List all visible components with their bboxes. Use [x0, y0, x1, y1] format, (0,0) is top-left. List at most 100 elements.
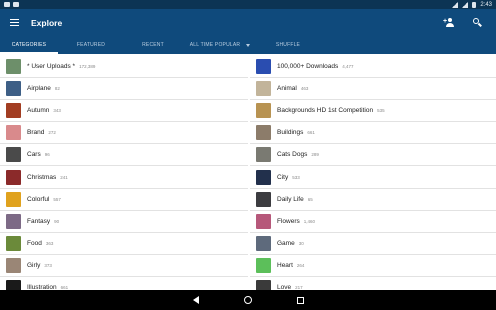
category-row[interactable]: City 533 — [250, 166, 496, 189]
category-count: 96 — [44, 152, 50, 158]
tab-categories[interactable]: CATEGORIES — [0, 36, 58, 54]
category-count: 1,460 — [303, 218, 316, 224]
category-name: Buildings — [277, 129, 304, 137]
tab-label: RECENT — [142, 42, 164, 48]
category-row[interactable]: Girly 373 — [0, 255, 248, 277]
category-name: City — [277, 173, 289, 181]
category-count: 463 — [300, 86, 309, 92]
category-row[interactable]: Heart 264 — [250, 255, 496, 277]
category-thumbnail — [256, 59, 271, 75]
battery-icon — [472, 1, 477, 8]
category-thumbnail — [256, 147, 271, 163]
category-column-left: * User Uploads * 172,389 Airplane 82 Autumn 3… — [0, 56, 248, 290]
tab-featured[interactable]: FEATURED — [58, 36, 124, 54]
tab-label: CATEGORIES — [11, 42, 47, 48]
add-user-icon[interactable]: + — [443, 18, 455, 27]
category-row[interactable]: Christmas 241 — [0, 166, 248, 189]
category-thumbnail — [6, 279, 21, 290]
recents-icon[interactable] — [296, 296, 304, 304]
category-thumbnail — [6, 213, 21, 229]
category-name: Food — [27, 239, 42, 247]
category-name: Cars — [27, 151, 41, 159]
category-thumbnail — [256, 191, 271, 207]
category-row[interactable]: Illustration 661 — [0, 277, 248, 290]
category-row[interactable]: Animal 463 — [250, 78, 496, 101]
search-icon[interactable] — [473, 18, 482, 27]
category-row[interactable]: Buildings 661 — [250, 122, 496, 145]
category-thumbnail — [256, 169, 271, 185]
category-thumbnail — [6, 125, 21, 141]
category-count: 241 — [60, 174, 68, 180]
category-row[interactable]: Colorful 557 — [0, 189, 248, 211]
tab-all-time-popular[interactable]: ALL TIME POPULAR — [182, 36, 258, 54]
category-row[interactable]: Backgrounds HD 1st Competition 535 — [250, 100, 496, 123]
category-name: Flowers — [277, 217, 300, 225]
tab-shuffle[interactable]: SHUFFLE — [258, 36, 318, 54]
status-right: 2:43 — [452, 1, 492, 8]
tab-recent[interactable]: RECENT — [124, 36, 182, 54]
category-name: Cats Dogs — [277, 151, 308, 159]
category-count: 65 — [307, 196, 313, 202]
category-name: Game — [277, 239, 295, 247]
category-row[interactable]: Game 30 — [250, 233, 496, 255]
category-count: 172,389 — [79, 64, 96, 70]
category-thumbnail — [256, 279, 271, 290]
category-thumbnail — [256, 125, 271, 141]
category-name: Colorful — [27, 195, 50, 203]
wifi-icon — [452, 1, 459, 8]
category-count: 90 — [54, 218, 60, 224]
category-count: 373 — [44, 262, 52, 268]
menu-icon[interactable] — [0, 9, 28, 36]
category-count: 343 — [53, 108, 61, 114]
notification-icons — [4, 2, 19, 7]
category-row[interactable]: Love 217 — [250, 277, 496, 290]
tab-label: FEATURED — [76, 42, 106, 48]
tab-label: SHUFFLE — [275, 42, 301, 48]
category-row[interactable]: Flowers 1,460 — [250, 211, 496, 233]
category-name: Backgrounds HD 1st Competition — [277, 107, 374, 115]
category-thumbnail — [6, 257, 21, 273]
back-icon[interactable] — [192, 296, 199, 304]
category-count: 4,477 — [342, 64, 354, 70]
category-name: Heart — [277, 261, 293, 269]
category-thumbnail — [256, 257, 271, 273]
category-count: 557 — [53, 196, 61, 202]
category-row[interactable]: Daily Life 65 — [250, 189, 496, 211]
category-count: 661 — [307, 130, 315, 136]
category-count: 533 — [292, 174, 300, 180]
notification-icon — [4, 2, 10, 7]
category-row[interactable]: Fantasy 90 — [0, 211, 248, 233]
category-thumbnail — [256, 235, 271, 251]
app-toolbar: Explore + — [0, 9, 496, 36]
system-nav-bar — [0, 290, 496, 310]
category-row[interactable]: Autumn 343 — [0, 100, 248, 123]
home-icon[interactable] — [243, 296, 252, 304]
category-row[interactable]: 100,000+ Downloads 4,477 — [250, 56, 496, 79]
category-row[interactable]: Cats Dogs 289 — [250, 144, 496, 167]
category-thumbnail — [6, 103, 21, 119]
category-row[interactable]: Cars 96 — [0, 144, 248, 167]
category-thumbnail — [6, 191, 21, 207]
category-name: * User Uploads * — [27, 63, 76, 71]
category-thumbnail — [256, 81, 271, 97]
category-count: 289 — [311, 152, 319, 158]
category-column-right: 100,000+ Downloads 4,477 Animal 463 Backgrou… — [250, 56, 496, 290]
category-name: 100,000+ Downloads — [277, 63, 339, 71]
category-name: Daily Life — [277, 195, 304, 203]
category-list: * User Uploads * 172,389 Airplane 82 Autumn 3… — [0, 54, 496, 290]
category-name: Christmas — [27, 173, 57, 181]
category-name: Fantasy — [27, 217, 51, 225]
category-row[interactable]: * User Uploads * 172,389 — [0, 56, 248, 79]
status-bar: 2:43 — [0, 0, 496, 9]
category-row[interactable]: Food 363 — [0, 233, 248, 255]
category-row[interactable]: Airplane 82 — [0, 78, 248, 101]
tab-bar: CATEGORIES FEATURED RECENT ALL TIME POPU… — [0, 36, 496, 54]
category-name: Animal — [277, 85, 297, 93]
tab-label: ALL TIME POPULAR — [189, 42, 241, 48]
category-thumbnail — [6, 81, 21, 97]
category-count: 30 — [298, 240, 304, 246]
category-thumbnail — [6, 59, 21, 75]
category-name: Autumn — [27, 107, 50, 115]
category-thumbnail — [6, 235, 21, 251]
category-row[interactable]: Brand 272 — [0, 122, 248, 145]
